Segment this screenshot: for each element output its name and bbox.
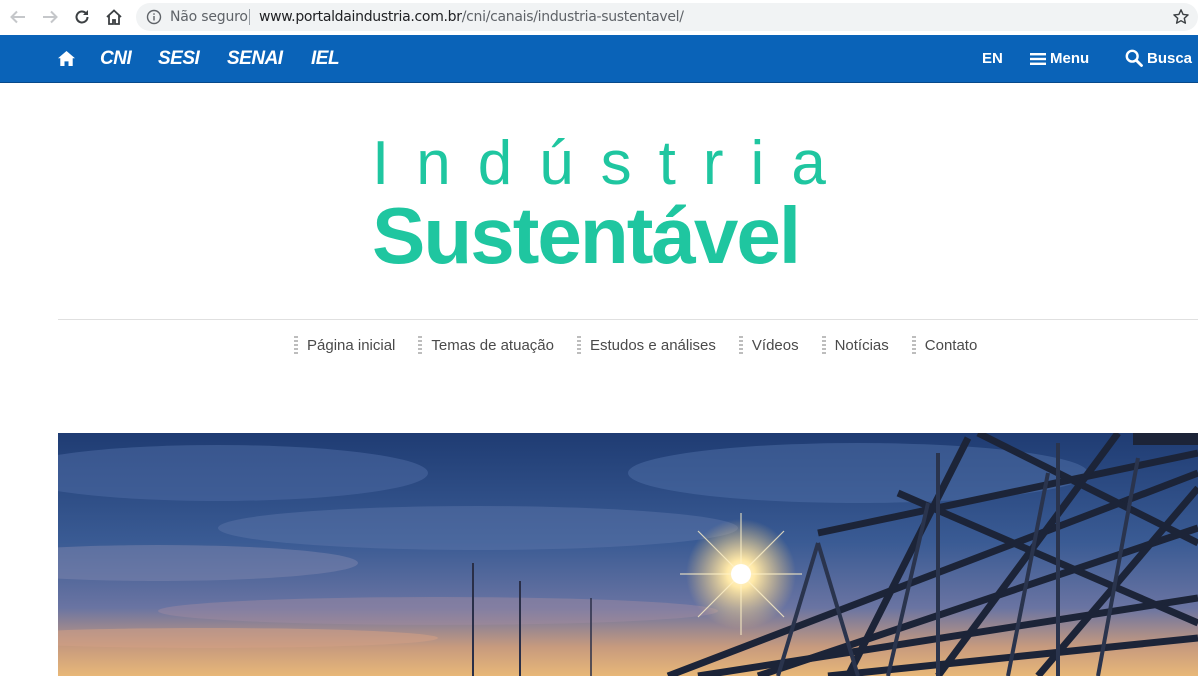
subnav-label: Notícias	[834, 336, 889, 354]
dots-separator	[294, 336, 298, 354]
reload-icon	[75, 10, 89, 24]
subnav-item-pagina-inicial[interactable]: Página inicial	[294, 336, 395, 354]
subnav-item-temas-de-atuacao[interactable]: Temas de atuação	[418, 336, 554, 354]
brand-link-senai[interactable]: SENAI	[227, 48, 283, 70]
search-icon	[1125, 49, 1143, 67]
brand-link-cni[interactable]: CNI	[100, 48, 132, 70]
hero-image	[58, 433, 1198, 676]
subnav-item-noticias[interactable]: Notícias	[821, 336, 889, 354]
forward-button[interactable]	[38, 5, 62, 29]
browser-toolbar: Não seguro www.portaldaindustria.com.br/…	[0, 0, 1198, 36]
reload-button[interactable]	[70, 5, 94, 29]
dots-separator	[418, 336, 423, 354]
subnav-label: Vídeos	[751, 336, 799, 354]
dots-separator	[911, 336, 916, 354]
language-toggle[interactable]: EN	[982, 50, 1003, 67]
back-button[interactable]	[6, 5, 30, 29]
search-label: Busca	[1147, 49, 1193, 67]
subnav-label: Página inicial	[307, 336, 396, 354]
address-bar[interactable]: Não seguro www.portaldaindustria.com.br/…	[136, 3, 1198, 31]
url-host: www.portaldaindustria.com.br	[259, 9, 462, 25]
hamburger-icon	[1030, 52, 1046, 65]
menu-label: Menu	[1050, 50, 1090, 67]
home-icon[interactable]	[58, 51, 75, 66]
star-icon[interactable]	[1172, 8, 1190, 26]
site-topbar: CNI SESI SENAI IEL EN Menu Busca	[0, 35, 1198, 83]
menu-button[interactable]: Menu	[1030, 50, 1089, 67]
subnav-item-contato[interactable]: Contato	[911, 336, 978, 354]
dots-separator	[576, 336, 581, 354]
url-text[interactable]: www.portaldaindustria.com.br/cni/canais/…	[259, 9, 684, 25]
home-icon	[106, 9, 122, 25]
subnav-item-estudos-e-analises[interactable]: Estudos e análises	[576, 336, 716, 354]
section-divider	[58, 319, 1198, 320]
brand-link-iel[interactable]: IEL	[311, 48, 340, 70]
search-button[interactable]: Busca	[1125, 49, 1192, 67]
subnav-label: Contato	[924, 336, 978, 354]
forward-arrow-icon	[43, 10, 58, 24]
subnav-label: Temas de atuação	[431, 336, 554, 354]
channel-subnav: Página inicial Temas de atuação Estudos …	[294, 336, 977, 354]
subnav-label: Estudos e análises	[589, 336, 716, 354]
page-title-line1: Indústria	[372, 129, 853, 198]
subnav-item-videos[interactable]: Vídeos	[738, 336, 799, 354]
brand-link-sesi[interactable]: SESI	[158, 48, 200, 70]
page-title-line2: Sustentável	[372, 191, 801, 280]
url-path: /cni/canais/industria-sustentavel/	[461, 9, 684, 25]
security-label[interactable]: Não seguro	[170, 9, 248, 25]
omnibox-separator	[249, 9, 250, 25]
back-arrow-icon	[10, 10, 25, 24]
browser-home-button[interactable]	[102, 5, 126, 29]
dots-separator	[738, 336, 743, 354]
dots-separator	[821, 336, 826, 354]
info-icon[interactable]	[146, 9, 162, 25]
hero-illustration	[58, 433, 1198, 676]
